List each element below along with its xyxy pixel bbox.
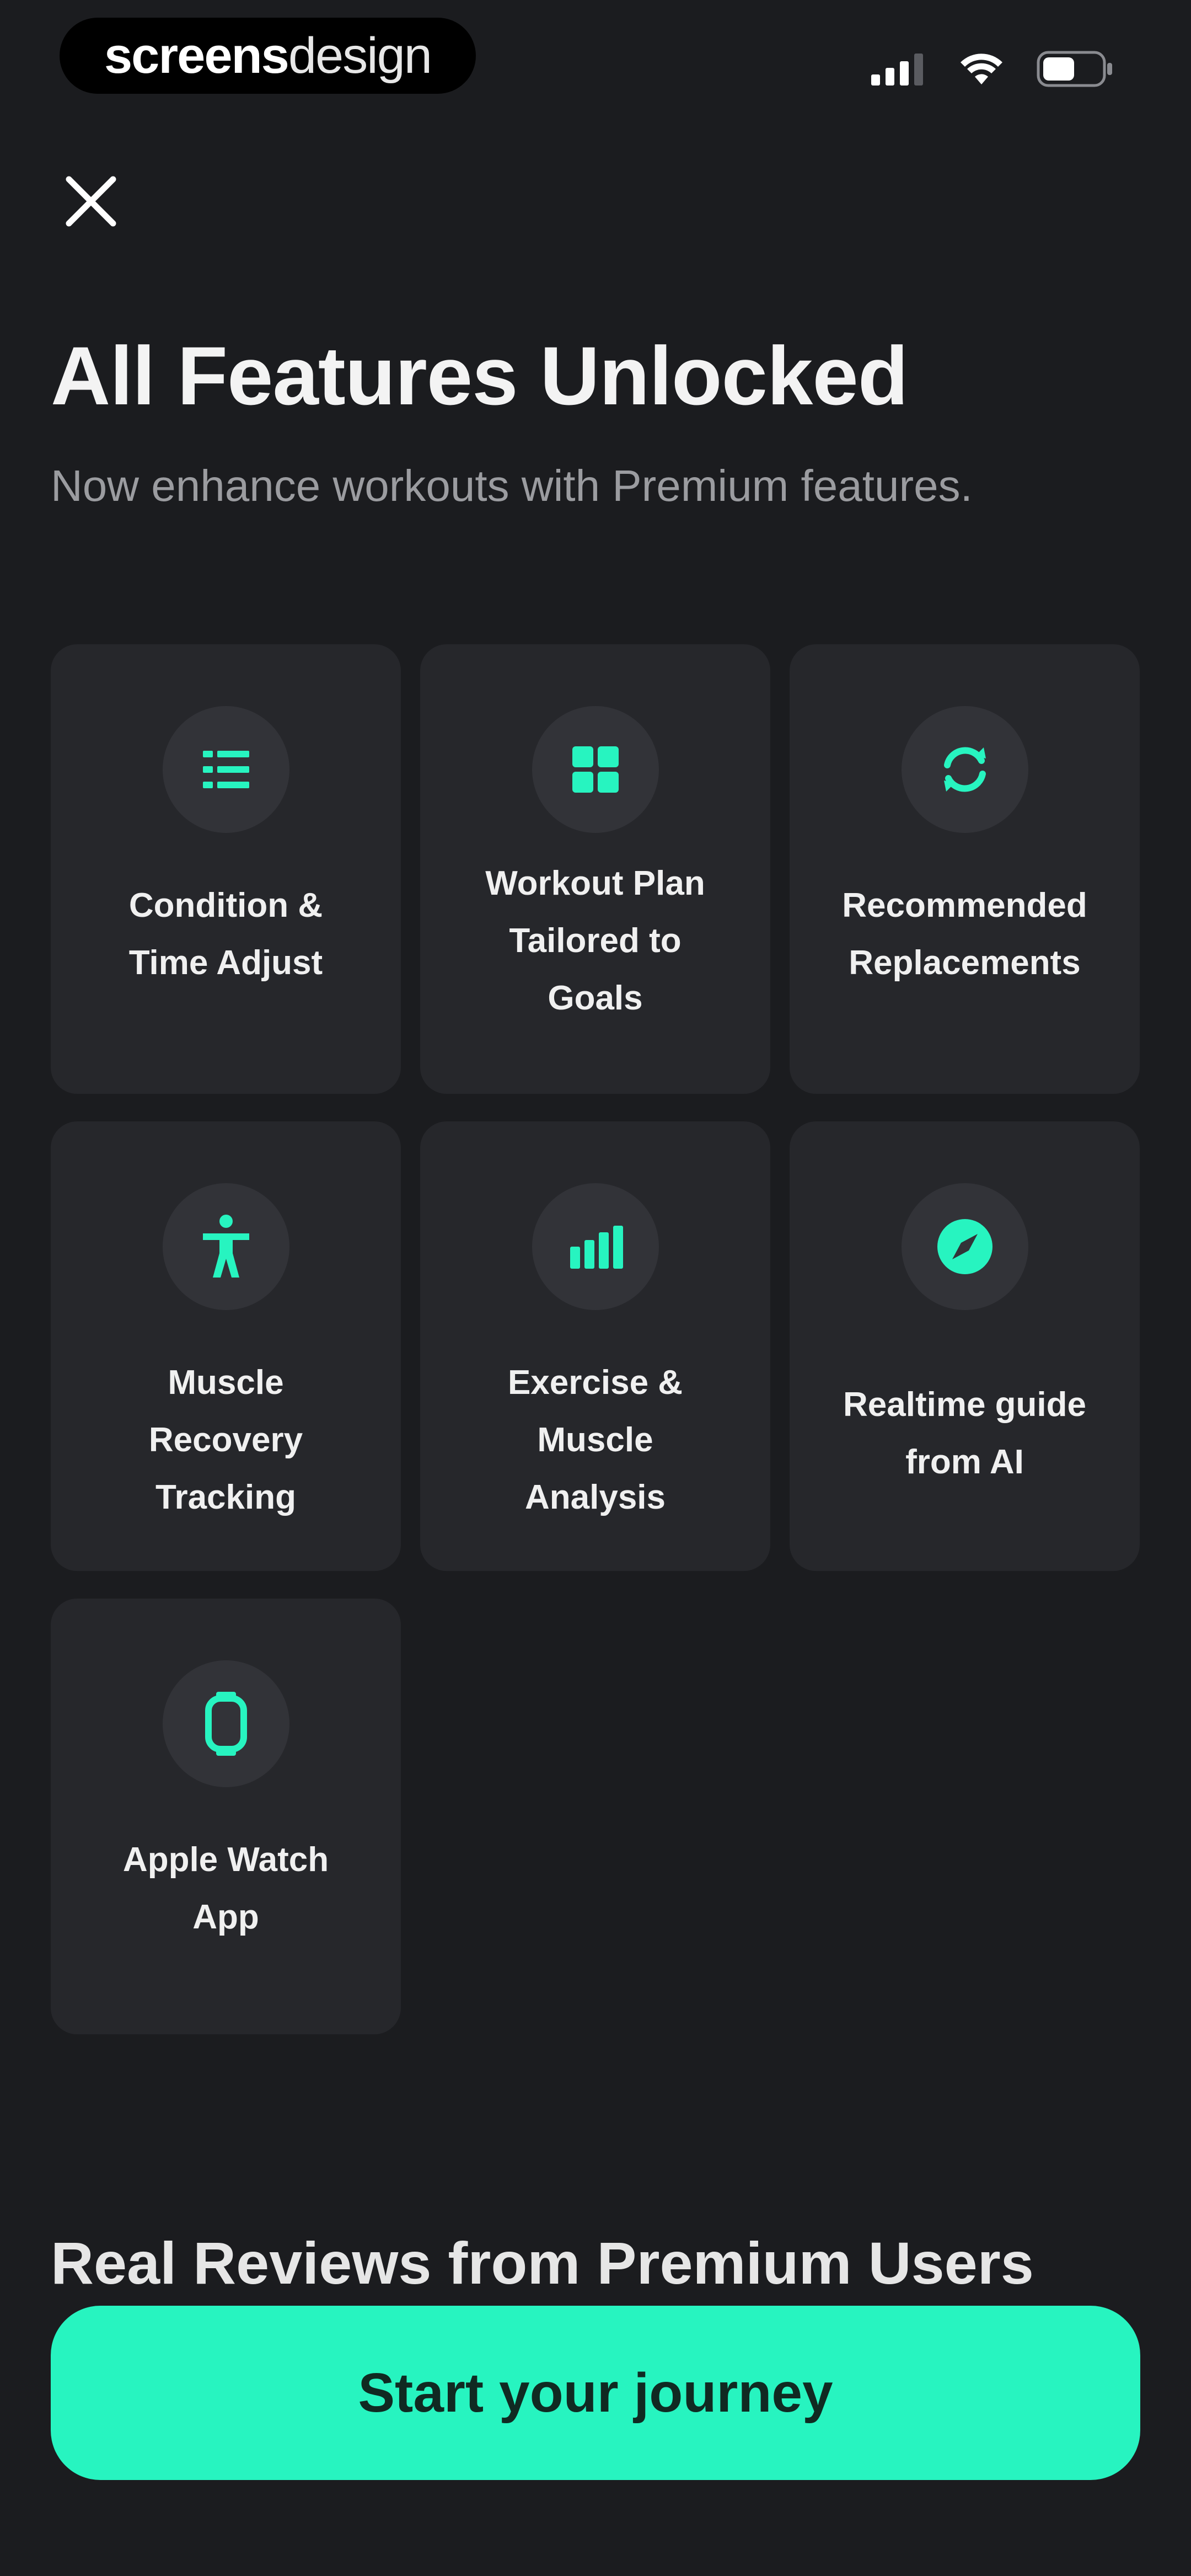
feature-label: Recommended Replacements — [842, 886, 1087, 982]
feature-card: Realtime guide from AI — [790, 1121, 1140, 1571]
feature-icon-badge — [901, 1183, 1028, 1310]
battery-icon — [1037, 51, 1112, 87]
brand-logo: screens design — [60, 18, 476, 94]
start-journey-button[interactable]: Start your journey — [51, 2306, 1140, 2480]
grid-icon — [572, 746, 619, 793]
feature-card: Muscle Recovery Tracking — [51, 1121, 401, 1571]
watch-icon — [205, 1692, 247, 1756]
feature-card: Workout Plan Tailored to Goals — [420, 644, 770, 1094]
feature-card: Condition & Time Adjust — [51, 644, 401, 1094]
page-title: All Features Unlocked — [51, 329, 908, 422]
list-icon — [202, 751, 249, 788]
feature-icon-badge — [901, 706, 1028, 833]
feature-label: Workout Plan Tailored to Goals — [485, 864, 705, 1017]
close-icon — [66, 176, 116, 227]
page-subtitle: Now enhance workouts with Premium featur… — [51, 461, 973, 510]
feature-label: Realtime guide from AI — [843, 1386, 1086, 1481]
bar-chart-icon — [570, 1226, 623, 1269]
feature-card: Apple Watch App — [51, 1599, 401, 2034]
feature-icon-badge — [162, 1660, 289, 1787]
wifi-icon — [961, 54, 1002, 84]
feature-icon-badge — [532, 1183, 659, 1310]
compass-icon — [937, 1219, 993, 1274]
feature-icon-badge — [162, 706, 289, 833]
status-icons — [871, 50, 1114, 88]
refresh-icon — [943, 747, 986, 792]
feature-icon-badge — [162, 1183, 289, 1310]
feature-label: Apple Watch App — [122, 1841, 329, 1936]
person-icon — [202, 1215, 249, 1278]
status-bar: screens design — [0, 0, 1191, 121]
brand-text-strong: screens — [104, 27, 289, 84]
feature-label: Exercise & Muscle Analysis — [507, 1364, 683, 1516]
feature-icon-badge — [532, 706, 659, 833]
close-button[interactable] — [55, 165, 127, 237]
reviews-heading: Real Reviews from Premium Users — [51, 2230, 1034, 2296]
feature-card: Recommended Replacements — [790, 644, 1140, 1094]
feature-card: Exercise & Muscle Analysis — [420, 1121, 770, 1571]
signal-icon — [871, 54, 923, 85]
brand-text-light: design — [288, 27, 432, 84]
feature-label: Muscle Recovery Tracking — [148, 1364, 303, 1516]
feature-label: Condition & Time Adjust — [128, 886, 323, 982]
feature-grid: Condition & Time Adjust Workout Plan Tai… — [51, 644, 1140, 2034]
